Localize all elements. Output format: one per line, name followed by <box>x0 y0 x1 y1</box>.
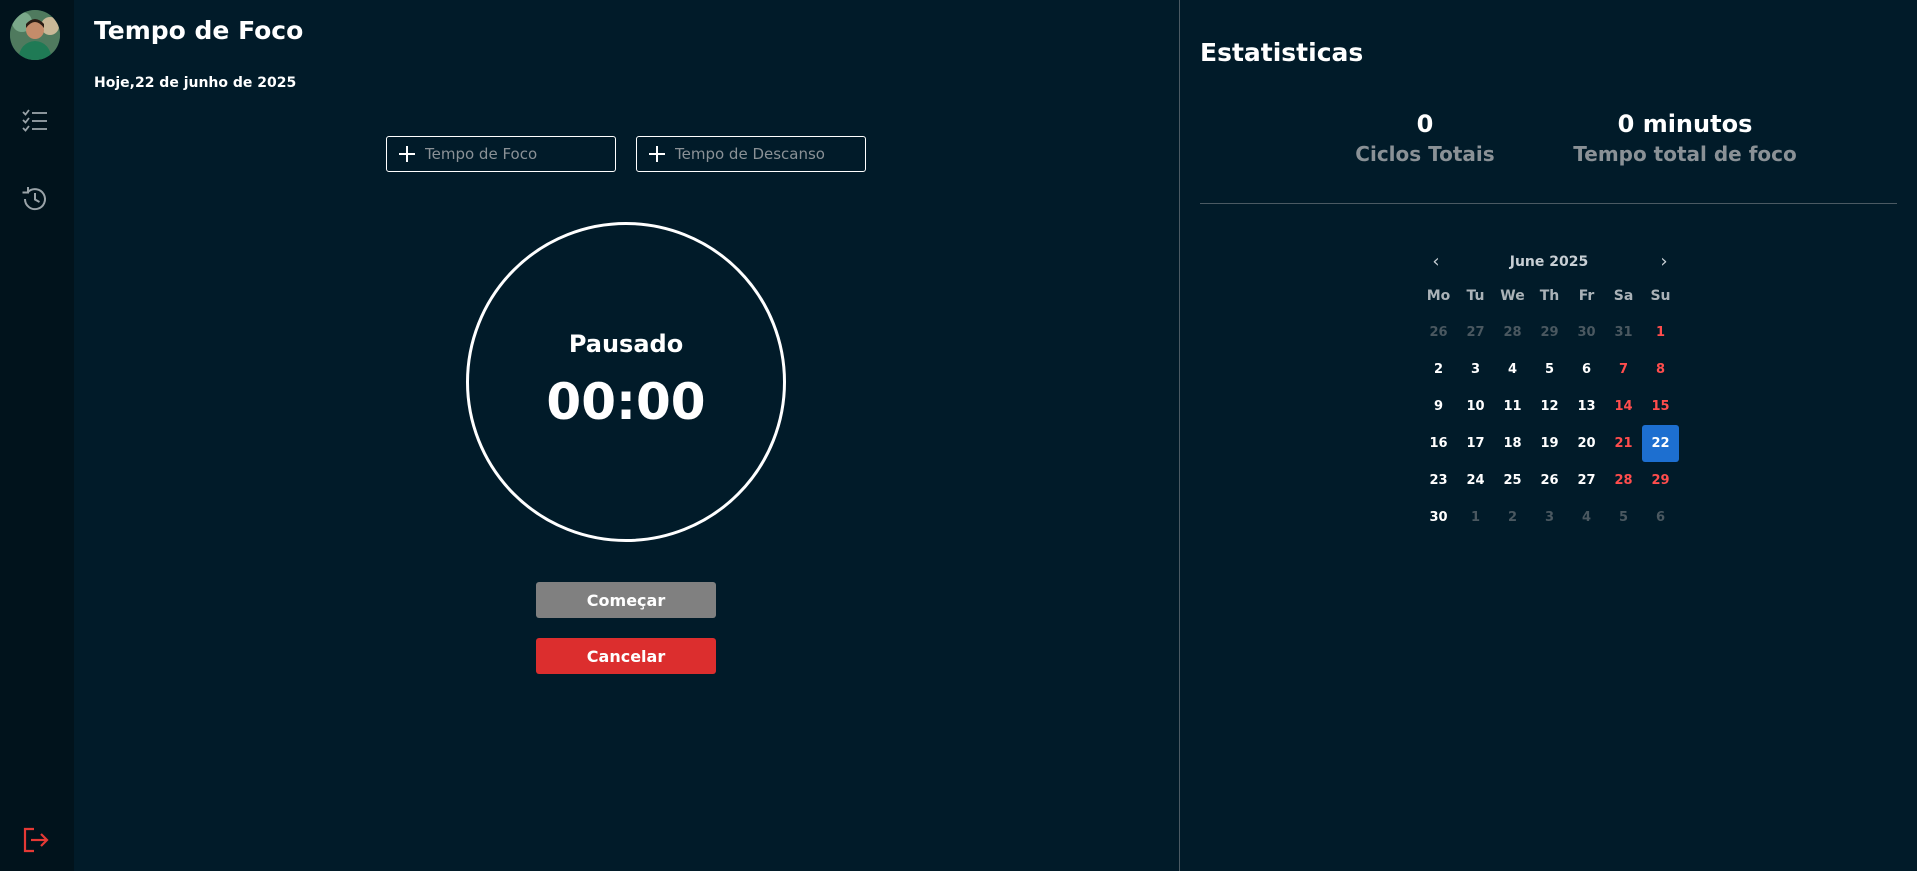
calendar-day[interactable]: 25 <box>1494 462 1531 499</box>
calendar-day[interactable]: 5 <box>1605 499 1642 536</box>
calendar-day[interactable]: 6 <box>1642 499 1679 536</box>
calendar-day[interactable]: 28 <box>1605 462 1642 499</box>
calendar-day[interactable]: 8 <box>1642 351 1679 388</box>
total-cycles-stat: 0 Ciclos Totais <box>1340 110 1510 166</box>
calendar-day[interactable]: 29 <box>1531 314 1568 351</box>
calendar-day[interactable]: 9 <box>1420 388 1457 425</box>
calendar-day-selected[interactable]: 22 <box>1642 425 1679 462</box>
focus-time-input[interactable] <box>425 145 605 163</box>
checklist-icon[interactable] <box>20 106 50 136</box>
calendar-day[interactable]: 16 <box>1420 425 1457 462</box>
calendar-weekday: Su <box>1650 288 1671 304</box>
calendar-day[interactable]: 2 <box>1494 499 1531 536</box>
stats-panel: Estatisticas 0 Ciclos Totais 0 minutos T… <box>1180 0 1917 871</box>
calendar-day[interactable]: 4 <box>1494 351 1531 388</box>
calendar-day[interactable]: 15 <box>1642 388 1679 425</box>
cancel-button[interactable]: Cancelar <box>536 638 716 674</box>
calendar-day[interactable]: 27 <box>1568 462 1605 499</box>
calendar-day[interactable]: 6 <box>1568 351 1605 388</box>
avatar-image <box>10 10 60 60</box>
calendar-weekday: Fr <box>1578 288 1595 304</box>
timer-status: Pausado <box>568 330 684 358</box>
calendar-day[interactable]: 29 <box>1642 462 1679 499</box>
calendar: ‹ June 2025 › Mo Tu We Th Fr Sa Su 26 27 28 29 30 31… <box>1420 246 1679 536</box>
page-title: Tempo de Foco <box>94 16 304 45</box>
plus-icon <box>399 146 415 162</box>
rest-time-input[interactable] <box>675 145 855 163</box>
calendar-day[interactable]: 3 <box>1457 351 1494 388</box>
logout-icon[interactable] <box>22 826 50 854</box>
start-button[interactable]: Começar <box>536 582 716 618</box>
focus-time-field[interactable] <box>386 136 616 172</box>
plus-icon <box>649 146 665 162</box>
calendar-weekday: We <box>1500 288 1525 304</box>
calendar-day[interactable]: 17 <box>1457 425 1494 462</box>
calendar-weekday: Sa <box>1613 288 1634 304</box>
calendar-day[interactable]: 10 <box>1457 388 1494 425</box>
calendar-day[interactable]: 23 <box>1420 462 1457 499</box>
calendar-day[interactable]: 26 <box>1420 314 1457 351</box>
calendar-day[interactable]: 18 <box>1494 425 1531 462</box>
total-cycles-value: 0 <box>1416 110 1434 138</box>
calendar-day[interactable]: 19 <box>1531 425 1568 462</box>
total-focus-label: Tempo total de foco <box>1573 142 1797 166</box>
timer-value: 00:00 <box>546 373 706 431</box>
calendar-day[interactable]: 12 <box>1531 388 1568 425</box>
total-cycles-label: Ciclos Totais <box>1355 142 1495 166</box>
sidebar <box>0 0 74 871</box>
calendar-day[interactable]: 5 <box>1531 351 1568 388</box>
history-icon[interactable] <box>20 184 50 214</box>
stats-title: Estatisticas <box>1200 38 1364 67</box>
calendar-weekday: Tu <box>1466 288 1485 304</box>
calendar-day[interactable]: 31 <box>1605 314 1642 351</box>
calendar-day[interactable]: 21 <box>1605 425 1642 462</box>
chevron-right-icon[interactable]: › <box>1654 252 1674 272</box>
calendar-day[interactable]: 14 <box>1605 388 1642 425</box>
calendar-day[interactable]: 27 <box>1457 314 1494 351</box>
calendar-month-label[interactable]: June 2025 <box>1420 254 1678 270</box>
calendar-day[interactable]: 26 <box>1531 462 1568 499</box>
calendar-day[interactable]: 1 <box>1642 314 1679 351</box>
calendar-weekday: Mo <box>1426 288 1451 304</box>
timer-circle: Pausado 00:00 <box>466 222 786 542</box>
calendar-day[interactable]: 20 <box>1568 425 1605 462</box>
calendar-weekday: Th <box>1539 288 1560 304</box>
calendar-day[interactable]: 3 <box>1531 499 1568 536</box>
calendar-day[interactable]: 11 <box>1494 388 1531 425</box>
calendar-day[interactable]: 2 <box>1420 351 1457 388</box>
calendar-day[interactable]: 28 <box>1494 314 1531 351</box>
calendar-day[interactable]: 13 <box>1568 388 1605 425</box>
total-focus-value: 0 minutos <box>1617 110 1753 138</box>
calendar-day[interactable]: 1 <box>1457 499 1494 536</box>
rest-time-field[interactable] <box>636 136 866 172</box>
calendar-grid: Mo Tu We Th Fr Sa Su 26 27 28 29 30 31 1 2 3 4 5 6 7 8 9 10 11 1… <box>1420 278 1679 536</box>
calendar-day[interactable]: 7 <box>1605 351 1642 388</box>
calendar-day[interactable]: 4 <box>1568 499 1605 536</box>
calendar-day[interactable]: 24 <box>1457 462 1494 499</box>
timer-panel: Tempo de Foco Hoje,22 de junho de 2025 P… <box>74 0 1179 871</box>
avatar[interactable] <box>10 10 60 60</box>
calendar-day[interactable]: 30 <box>1568 314 1605 351</box>
total-focus-stat: 0 minutos Tempo total de foco <box>1540 110 1830 166</box>
calendar-day[interactable]: 30 <box>1420 499 1457 536</box>
stats-divider <box>1200 203 1897 204</box>
calendar-header: ‹ June 2025 › <box>1420 246 1678 278</box>
current-date: Hoje,22 de junho de 2025 <box>94 75 297 91</box>
